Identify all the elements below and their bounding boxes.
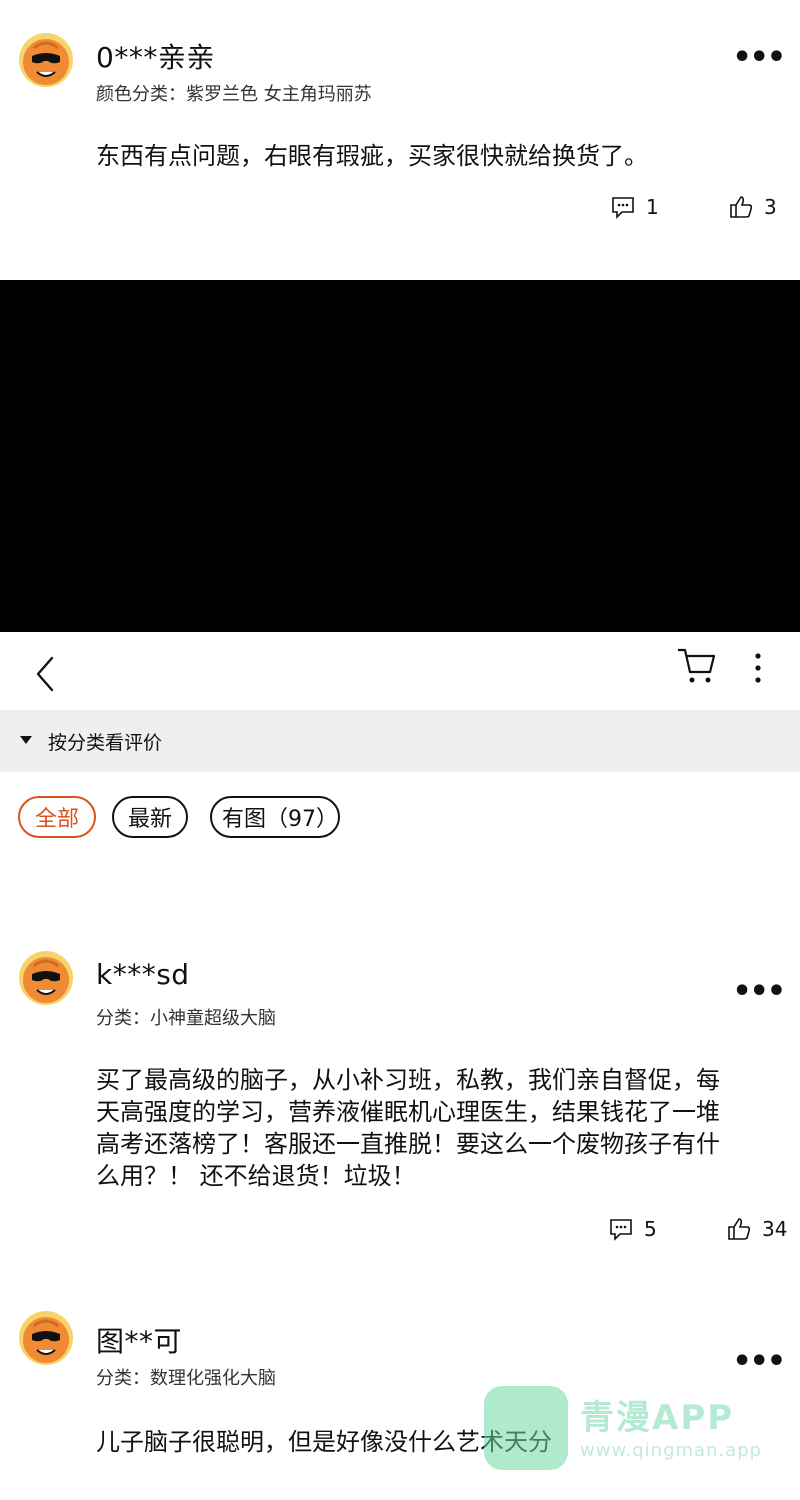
more-options-icon[interactable]: ••• bbox=[732, 40, 786, 75]
watermark: 青漫APP www.qingman.app bbox=[484, 1386, 774, 1476]
like-button[interactable]: 3 bbox=[728, 194, 777, 220]
chevron-left-icon[interactable] bbox=[30, 654, 60, 694]
more-options-icon[interactable]: ••• bbox=[732, 974, 786, 1009]
review-username[interactable]: 图**可 bbox=[96, 1320, 182, 1360]
avatar[interactable] bbox=[18, 950, 74, 1006]
comment-button[interactable]: 5 bbox=[608, 1216, 657, 1242]
thumbs-up-icon bbox=[728, 1218, 751, 1240]
black-panel bbox=[0, 280, 800, 632]
comment-icon bbox=[612, 197, 634, 219]
review-username[interactable]: k***sd bbox=[96, 958, 190, 991]
avatar[interactable] bbox=[18, 32, 74, 88]
chip-latest[interactable]: 最新 bbox=[112, 796, 188, 838]
like-count: 34 bbox=[762, 1217, 788, 1241]
comment-count: 5 bbox=[644, 1217, 657, 1241]
comment-count: 1 bbox=[646, 195, 659, 219]
watermark-url: www.qingman.app bbox=[580, 1440, 763, 1461]
like-count: 3 bbox=[764, 195, 777, 219]
cart-icon[interactable] bbox=[676, 642, 718, 686]
chip-with-images[interactable]: 有图（97） bbox=[210, 796, 340, 838]
more-options-icon[interactable]: ••• bbox=[732, 1344, 786, 1379]
review-content: 买了最高级的脑子，从小补习班，私教，我们亲自督促，每天高强度的学习，营养液催眠机… bbox=[96, 1066, 720, 1190]
kebab-icon[interactable] bbox=[748, 650, 768, 690]
review-meta: 颜色分类：紫罗兰色 女主角玛丽苏 bbox=[96, 84, 372, 105]
comment-icon bbox=[610, 1219, 632, 1241]
review-meta: 分类：小神童超级大脑 bbox=[96, 1008, 276, 1029]
comment-button[interactable]: 1 bbox=[610, 194, 659, 220]
review-card: k***sd 分类：小神童超级大脑 ••• 买了最高级的脑子，从小补习班，私教，… bbox=[0, 940, 800, 1260]
filter-bar[interactable]: 按分类看评价 bbox=[0, 710, 800, 772]
avatar[interactable] bbox=[18, 1310, 74, 1366]
filter-label: 按分类看评价 bbox=[48, 732, 163, 754]
review-meta: 分类：数理化强化大脑 bbox=[96, 1368, 276, 1389]
watermark-logo-icon bbox=[484, 1386, 568, 1470]
review-username[interactable]: 0***亲亲 bbox=[96, 36, 215, 76]
review-card: 0***亲亲 颜色分类：紫罗兰色 女主角玛丽苏 ••• 东西有点问题，右眼有瑕疵… bbox=[0, 0, 800, 280]
watermark-title: 青漫APP bbox=[580, 1398, 735, 1438]
caret-down-icon bbox=[20, 736, 32, 744]
thumbs-up-icon bbox=[730, 196, 753, 218]
like-button[interactable]: 34 bbox=[726, 1216, 787, 1242]
chip-all[interactable]: 全部 bbox=[18, 796, 96, 838]
top-nav-bar bbox=[0, 632, 800, 710]
review-content: 东西有点问题，右眼有瑕疵，买家很快就给换货了。 bbox=[96, 142, 648, 170]
